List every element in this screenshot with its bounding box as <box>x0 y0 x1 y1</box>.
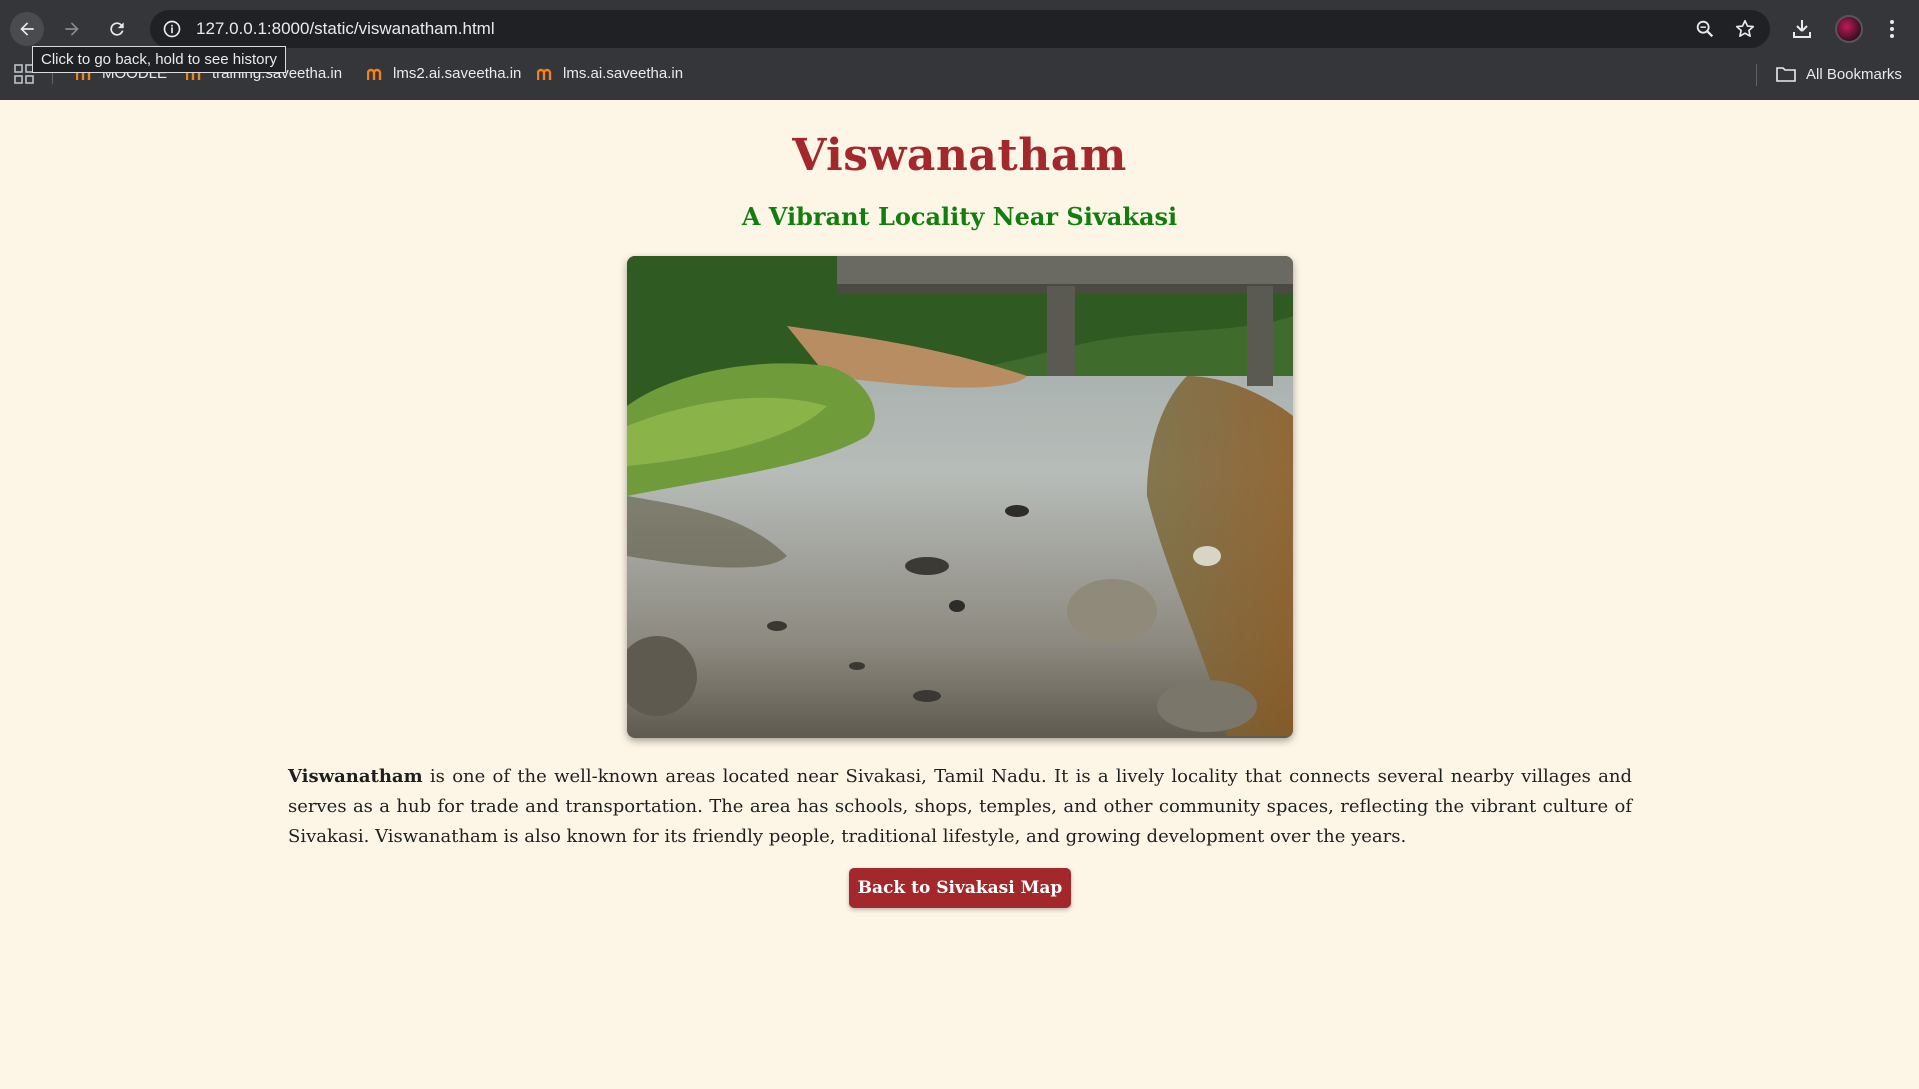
bookmark-label: lms2.ai.saveetha.in <box>393 65 522 82</box>
description-text: is one of the well-known areas located n… <box>288 766 1632 847</box>
bookmarks-right-separator <box>1756 64 1757 86</box>
browser-toolbar: 127.0.0.1:8000/static/viswanatham.html <box>0 6 1919 50</box>
folder-icon <box>1776 67 1796 82</box>
page-title: Viswanatham <box>792 130 1127 181</box>
back-button-tooltip: Click to go back, hold to see history <box>32 46 286 73</box>
download-icon[interactable] <box>1790 17 1814 41</box>
stream-photo <box>627 256 1293 738</box>
address-bar[interactable]: 127.0.0.1:8000/static/viswanatham.html <box>150 10 1770 48</box>
zoom-icon[interactable] <box>1694 18 1716 40</box>
description-lead: Viswanatham <box>288 766 423 787</box>
arrow-right-icon <box>65 22 79 36</box>
moodle-favicon-icon <box>366 67 385 81</box>
apps-grid-icon[interactable] <box>14 64 34 84</box>
forward-button[interactable] <box>55 12 89 46</box>
description-paragraph: Viswanatham is one of the well-known are… <box>288 762 1632 852</box>
reload-button[interactable] <box>100 12 134 46</box>
bookmarks-bar: MOODLE training.saveetha.in lms2.ai.save… <box>0 56 1919 92</box>
url-text[interactable]: 127.0.0.1:8000/static/viswanatham.html <box>196 19 495 39</box>
back-button[interactable] <box>10 12 44 46</box>
profile-avatar[interactable] <box>1835 15 1863 43</box>
reload-icon <box>110 22 124 36</box>
arrow-left-icon <box>20 22 34 36</box>
bookmark-lms2[interactable]: lms2.ai.saveetha.in <box>366 65 522 82</box>
bookmark-star-icon[interactable] <box>1734 18 1756 40</box>
all-bookmarks-label: All Bookmarks <box>1806 65 1902 83</box>
page-content: Viswanatham A Vibrant Locality Near Siva… <box>0 100 1919 1089</box>
back-to-map-button[interactable]: Back to Sivakasi Map <box>849 868 1071 908</box>
site-info-icon[interactable] <box>162 19 182 39</box>
more-menu-icon[interactable] <box>1880 17 1904 41</box>
page-subtitle: A Vibrant Locality Near Sivakasi <box>741 202 1178 231</box>
moodle-favicon-icon <box>536 67 555 81</box>
browser-chrome: 127.0.0.1:8000/static/viswanatham.html M… <box>0 0 1919 100</box>
all-bookmarks-button[interactable]: All Bookmarks <box>1776 65 1902 83</box>
bookmark-label: lms.ai.saveetha.in <box>563 65 684 82</box>
bookmark-lms[interactable]: lms.ai.saveetha.in <box>536 65 684 82</box>
